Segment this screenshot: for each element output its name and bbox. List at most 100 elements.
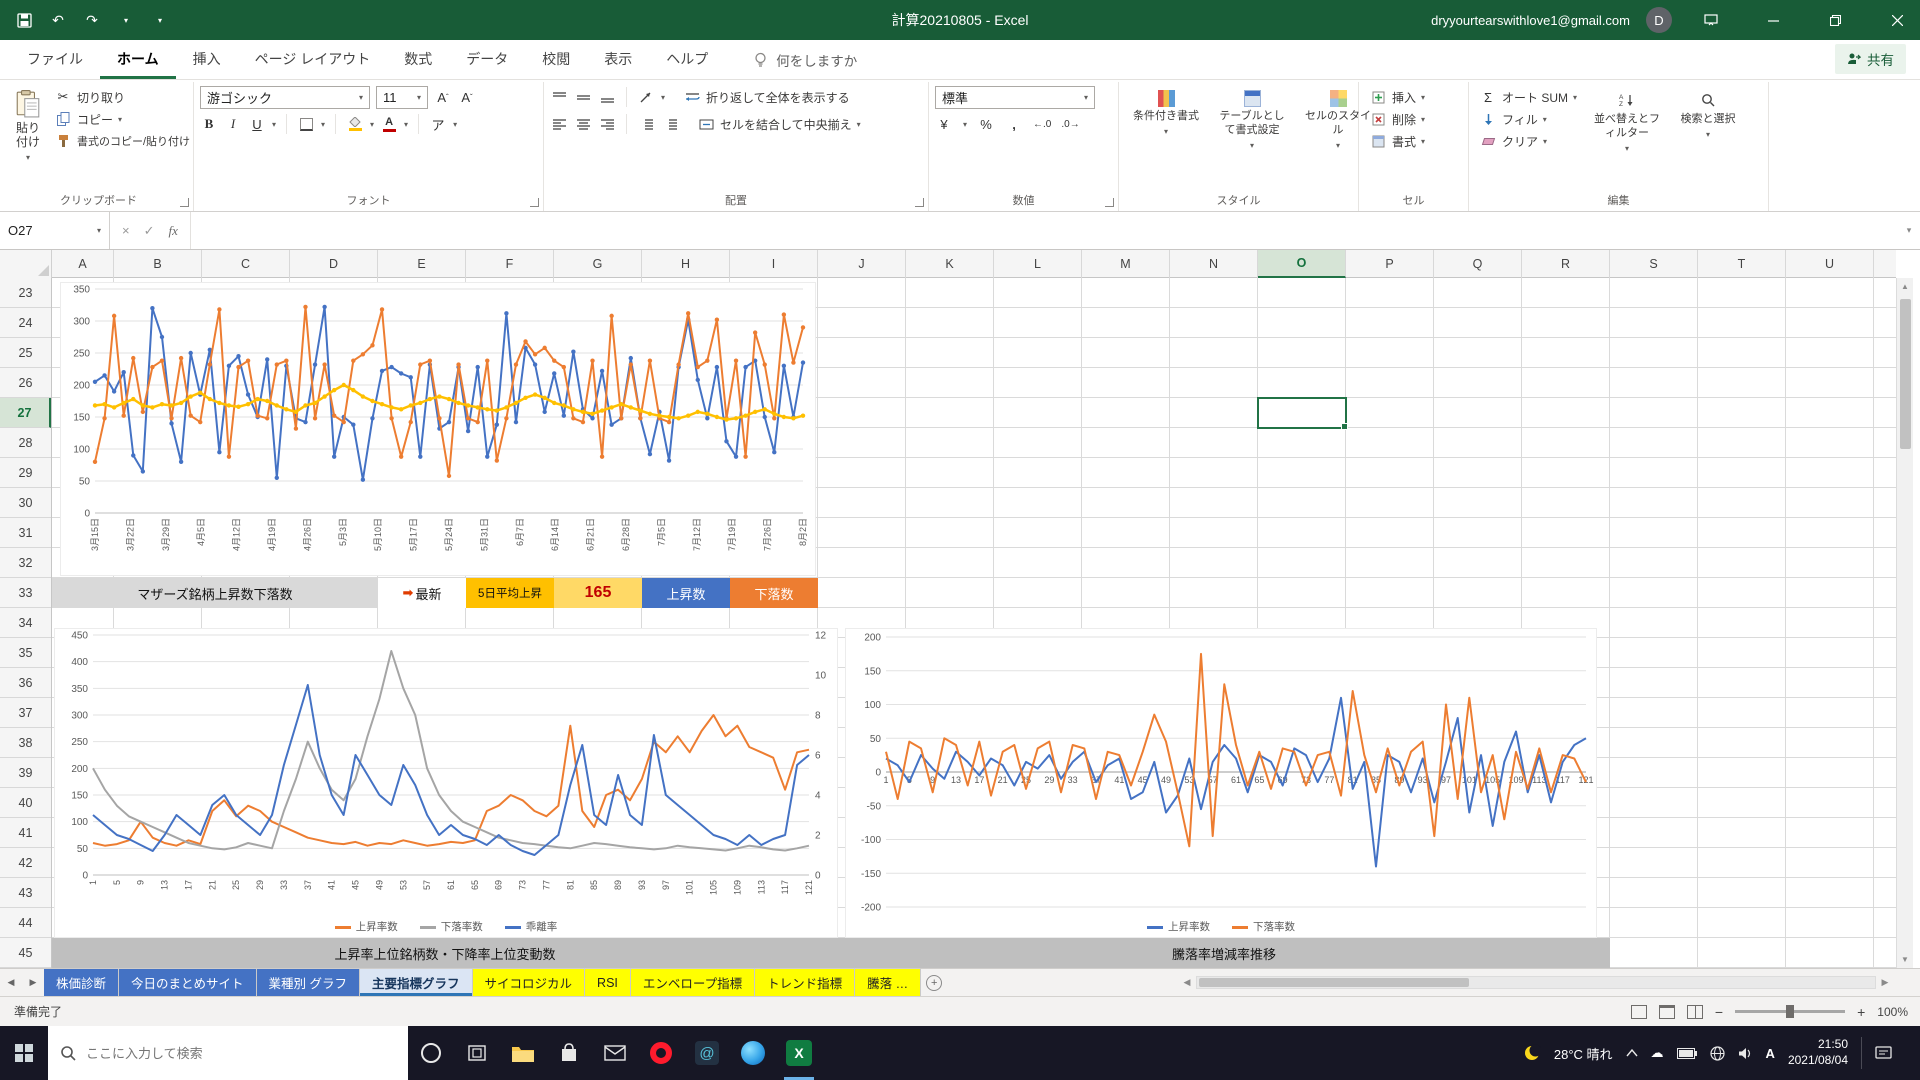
column-header-R[interactable]: R: [1522, 250, 1610, 278]
conditional-formatting-button[interactable]: 条件付き書式 ▾: [1125, 86, 1207, 140]
search-input[interactable]: [86, 1045, 396, 1061]
zoom-level[interactable]: 100%: [1877, 1005, 1908, 1019]
row-header-36[interactable]: 36: [0, 668, 51, 698]
taskbar-app-edge[interactable]: [730, 1026, 776, 1080]
redo-dropdown-icon[interactable]: ▾: [116, 10, 136, 30]
column-header-S[interactable]: S: [1610, 250, 1698, 278]
ribbon-tab-5[interactable]: データ: [449, 41, 525, 79]
row-header-37[interactable]: 37: [0, 698, 51, 728]
bold-button[interactable]: B: [200, 114, 218, 134]
save-button[interactable]: [14, 10, 34, 30]
phonetic-guide-icon[interactable]: ア: [429, 114, 447, 134]
expand-formula-bar-icon[interactable]: ▾: [1898, 212, 1920, 249]
row-header-27[interactable]: 27: [0, 398, 51, 428]
chart-ratio-breadth[interactable]: 0 50 100 150 200 250 300 350 400 450 0 2 4 6 8 10 12 1 5 9 1…: [54, 628, 838, 938]
row-header-33[interactable]: 33: [0, 578, 51, 608]
network-icon[interactable]: [1709, 1045, 1725, 1061]
row-header-43[interactable]: 43: [0, 878, 51, 908]
page-layout-view-icon[interactable]: [1658, 1004, 1675, 1019]
row-header-40[interactable]: 40: [0, 788, 51, 818]
column-header-C[interactable]: C: [202, 250, 290, 278]
horizontal-scrollbar[interactable]: ◀ ▶: [1178, 969, 1894, 996]
align-top-icon[interactable]: [550, 87, 568, 107]
decrease-indent-icon[interactable]: [637, 114, 655, 134]
column-header-G[interactable]: G: [554, 250, 642, 278]
column-header-P[interactable]: P: [1346, 250, 1434, 278]
zoom-in-icon[interactable]: +: [1857, 1004, 1865, 1020]
row-header-44[interactable]: 44: [0, 908, 51, 938]
format-cells-button[interactable]: 書式 ▾: [1365, 130, 1462, 152]
ribbon-tab-1[interactable]: ホーム: [100, 41, 176, 79]
insert-cells-button[interactable]: 挿入 ▾: [1365, 86, 1462, 108]
fill-button[interactable]: フィル ▾: [1475, 108, 1581, 130]
customize-qat-icon[interactable]: ▾: [150, 10, 170, 30]
zoom-out-icon[interactable]: −: [1715, 1004, 1723, 1020]
merge-center-button[interactable]: セルを結合して中央揃え ▾: [693, 113, 865, 135]
currency-format-icon[interactable]: ¥: [935, 114, 953, 134]
restore-button[interactable]: [1812, 0, 1858, 40]
scroll-down-icon[interactable]: ▼: [1897, 951, 1913, 968]
font-name-select[interactable]: 游ゴシック ▾: [200, 86, 370, 109]
undo-button[interactable]: ↶: [48, 10, 68, 30]
scroll-right-icon[interactable]: ▶: [1876, 977, 1894, 988]
row-header-34[interactable]: 34: [0, 608, 51, 638]
ribbon-tab-6[interactable]: 校閲: [525, 41, 587, 79]
tell-me-box[interactable]: 何をしますか: [753, 41, 857, 79]
taskbar-app-at-mail[interactable]: @: [684, 1026, 730, 1080]
zoom-slider[interactable]: [1735, 1005, 1846, 1018]
column-header-A[interactable]: A: [52, 250, 114, 278]
sheet-tab-3[interactable]: 主要指標グラフ: [360, 969, 473, 996]
row-header-24[interactable]: 24: [0, 308, 51, 338]
action-center-icon[interactable]: [1875, 1045, 1892, 1061]
sort-filter-button[interactable]: AZ 並べ替えとフィルター ▾: [1585, 86, 1669, 157]
ribbon-tab-4[interactable]: 数式: [387, 41, 449, 79]
ribbon-tab-7[interactable]: 表示: [587, 41, 649, 79]
taskbar-app-folder[interactable]: [500, 1026, 546, 1080]
sheet-tab-8[interactable]: 騰落 …: [855, 969, 922, 996]
name-box[interactable]: O27 ▾: [0, 212, 110, 249]
taskbar-app-mail[interactable]: [592, 1026, 638, 1080]
comma-style-icon[interactable]: ,: [1005, 114, 1023, 134]
align-middle-icon[interactable]: [574, 87, 592, 107]
start-button[interactable]: [0, 1026, 48, 1080]
row-header-23[interactable]: 23: [0, 278, 51, 308]
row-header-42[interactable]: 42: [0, 848, 51, 878]
align-bottom-icon[interactable]: [598, 87, 616, 107]
column-header-F[interactable]: F: [466, 250, 554, 278]
horizontal-scroll-thumb[interactable]: [1199, 978, 1469, 987]
orientation-icon[interactable]: [637, 87, 655, 107]
borders-icon[interactable]: [297, 114, 315, 134]
alignment-dialog-launcher[interactable]: [915, 198, 924, 207]
avatar[interactable]: D: [1646, 7, 1672, 33]
scroll-up-icon[interactable]: ▲: [1897, 278, 1913, 295]
wrap-text-button[interactable]: 折り返して全体を表示する: [679, 86, 854, 108]
taskbar-app-opera[interactable]: [638, 1026, 684, 1080]
clipboard-dialog-launcher[interactable]: [180, 198, 189, 207]
share-button[interactable]: 共有: [1835, 44, 1906, 74]
autosum-button[interactable]: Σ オート SUM ▾: [1475, 86, 1581, 108]
scroll-left-icon[interactable]: ◀: [1178, 977, 1196, 988]
battery-icon[interactable]: [1676, 1047, 1697, 1059]
sheet-tab-2[interactable]: 業種別 グラフ: [256, 969, 361, 996]
align-left-icon[interactable]: [550, 114, 568, 134]
cortana-button[interactable]: [408, 1026, 454, 1080]
chevron-up-icon[interactable]: [1626, 1049, 1638, 1057]
column-header-H[interactable]: H: [642, 250, 730, 278]
find-select-button[interactable]: 検索と選択 ▾: [1673, 86, 1743, 143]
column-header-K[interactable]: K: [906, 250, 994, 278]
zoom-slider-thumb[interactable]: [1786, 1005, 1795, 1018]
tab-scroll-right-icon[interactable]: ▶: [22, 969, 44, 996]
row-header-32[interactable]: 32: [0, 548, 51, 578]
delete-cells-button[interactable]: 削除 ▾: [1365, 108, 1462, 130]
column-header-E[interactable]: E: [378, 250, 466, 278]
taskbar-app-store[interactable]: [546, 1026, 592, 1080]
row-header-39[interactable]: 39: [0, 758, 51, 788]
row-header-38[interactable]: 38: [0, 728, 51, 758]
column-header-O[interactable]: O: [1258, 250, 1346, 278]
format-as-table-button[interactable]: テーブルとして書式設定 ▾: [1211, 86, 1293, 154]
increase-decimal-icon[interactable]: ←.0: [1033, 114, 1051, 134]
close-button[interactable]: [1874, 0, 1920, 40]
font-dialog-launcher[interactable]: [530, 198, 539, 207]
row-header-29[interactable]: 29: [0, 458, 51, 488]
selected-cell[interactable]: [1257, 397, 1348, 430]
